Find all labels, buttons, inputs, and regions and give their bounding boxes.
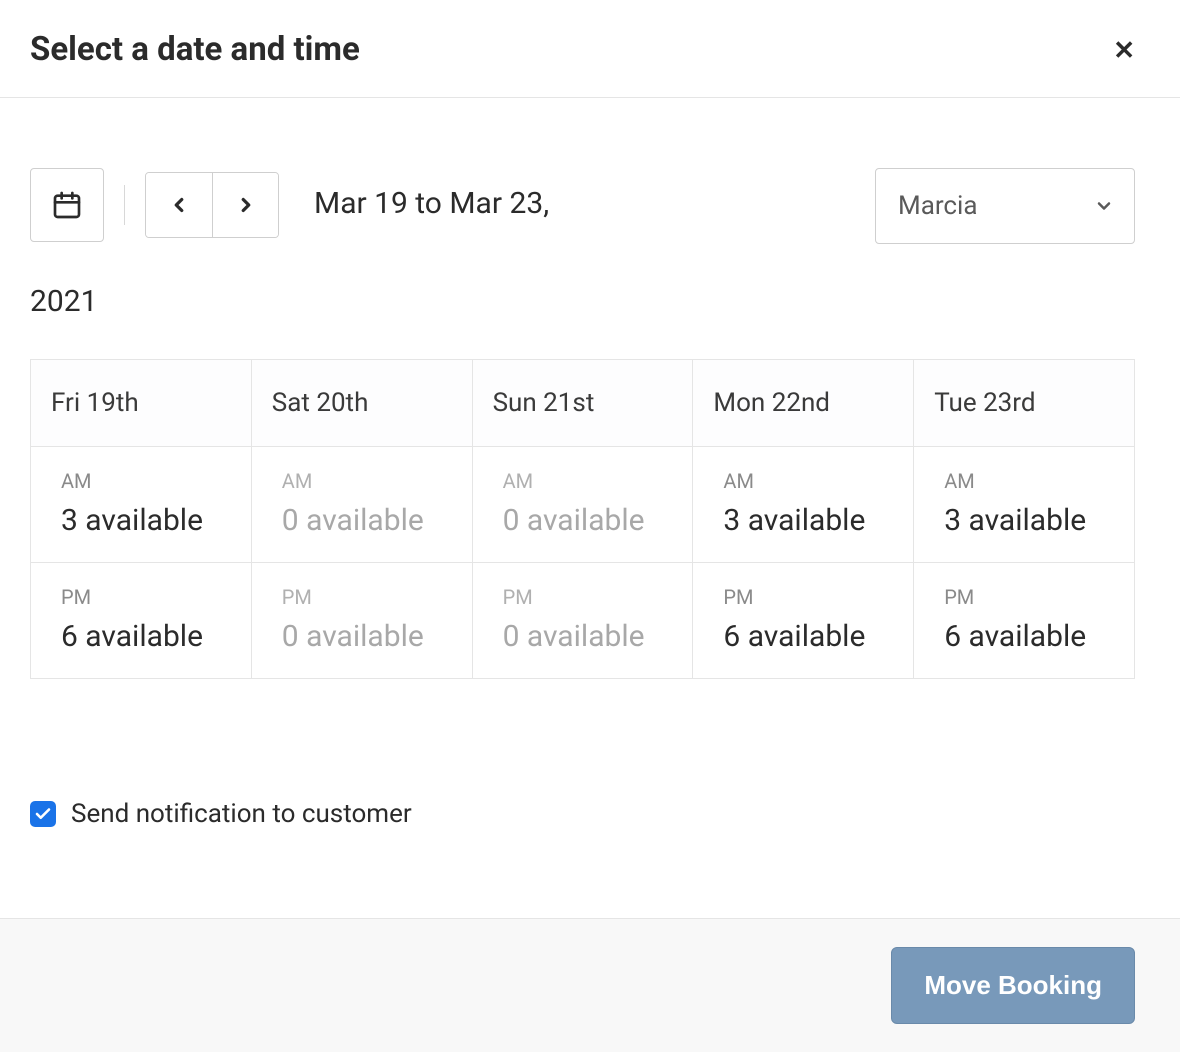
year-label: 2021	[30, 284, 1135, 319]
period-label: PM	[61, 585, 227, 609]
notification-label: Send notification to customer	[71, 799, 412, 829]
date-nav-group	[145, 172, 279, 238]
availability-text: 0 available	[503, 503, 669, 538]
availability-cell[interactable]: PM 6 available	[914, 563, 1135, 679]
availability-cell[interactable]: PM 0 available	[251, 563, 472, 679]
column-header: Mon 22nd	[693, 360, 914, 447]
availability-cell[interactable]: AM 3 available	[914, 447, 1135, 563]
dialog-content: Mar 19 to Mar 23, Marcia 2021 Fri 19thSa…	[0, 98, 1180, 918]
column-header: Fri 19th	[31, 360, 252, 447]
period-label: AM	[944, 469, 1110, 493]
availability-text: 0 available	[503, 619, 669, 654]
period-label: AM	[282, 469, 448, 493]
availability-text: 0 available	[282, 503, 448, 538]
availability-cell[interactable]: PM 0 available	[472, 563, 693, 679]
date-range-label: Mar 19 to Mar 23,	[314, 168, 549, 221]
availability-text: 0 available	[282, 619, 448, 654]
toolbar: Mar 19 to Mar 23, Marcia	[30, 168, 1135, 244]
chevron-down-icon	[1094, 196, 1114, 216]
prev-button[interactable]	[146, 173, 212, 237]
toolbar-divider	[124, 185, 125, 225]
close-icon: ✕	[1113, 35, 1135, 65]
chevron-right-icon	[235, 194, 257, 216]
availability-text: 3 available	[723, 503, 889, 538]
dialog-title: Select a date and time	[30, 30, 360, 69]
dialog-footer: Move Booking	[0, 918, 1180, 1052]
period-label: PM	[723, 585, 889, 609]
period-label: AM	[723, 469, 889, 493]
move-booking-button[interactable]: Move Booking	[891, 947, 1135, 1024]
dialog-header: Select a date and time ✕	[0, 0, 1180, 98]
availability-text: 6 available	[944, 619, 1110, 654]
availability-text: 3 available	[61, 503, 227, 538]
period-label: AM	[503, 469, 669, 493]
availability-text: 3 available	[944, 503, 1110, 538]
staff-select-value: Marcia	[898, 191, 978, 221]
notification-checkbox[interactable]	[30, 801, 56, 827]
availability-cell[interactable]: PM 6 available	[31, 563, 252, 679]
table-row: AM3 availableAM0 availableAM0 availableA…	[31, 447, 1135, 563]
calendar-icon	[51, 189, 83, 221]
availability-cell[interactable]: PM 6 available	[693, 563, 914, 679]
availability-text: 6 available	[723, 619, 889, 654]
availability-cell[interactable]: AM 3 available	[693, 447, 914, 563]
availability-cell[interactable]: AM 0 available	[472, 447, 693, 563]
column-header: Sat 20th	[251, 360, 472, 447]
notification-row: Send notification to customer	[30, 799, 1135, 829]
staff-select[interactable]: Marcia	[875, 168, 1135, 244]
period-label: PM	[944, 585, 1110, 609]
column-header: Tue 23rd	[914, 360, 1135, 447]
availability-cell[interactable]: AM 3 available	[31, 447, 252, 563]
close-button[interactable]: ✕	[1113, 37, 1135, 63]
period-label: PM	[282, 585, 448, 609]
check-icon	[34, 805, 52, 823]
period-label: PM	[503, 585, 669, 609]
availability-table: Fri 19thSat 20thSun 21stMon 22ndTue 23rd…	[30, 359, 1135, 679]
chevron-left-icon	[168, 194, 190, 216]
period-label: AM	[61, 469, 227, 493]
calendar-button[interactable]	[30, 168, 104, 242]
column-header: Sun 21st	[472, 360, 693, 447]
next-button[interactable]	[212, 173, 278, 237]
availability-cell[interactable]: AM 0 available	[251, 447, 472, 563]
table-row: PM6 availablePM0 availablePM0 availableP…	[31, 563, 1135, 679]
availability-text: 6 available	[61, 619, 227, 654]
